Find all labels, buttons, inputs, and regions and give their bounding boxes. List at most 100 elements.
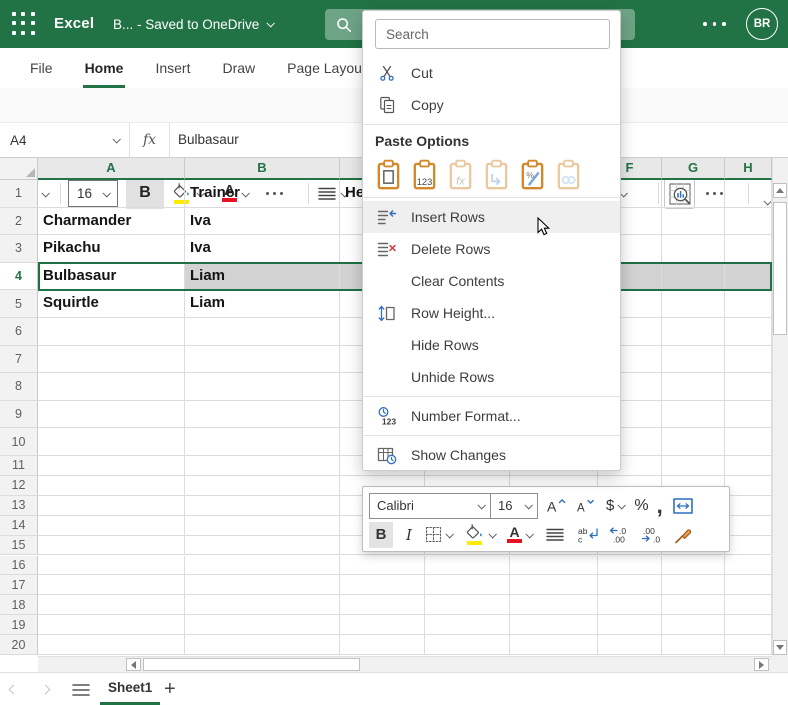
menu-item-unhide-rows[interactable]: Unhide Rows xyxy=(363,361,620,393)
name-box[interactable]: A4 xyxy=(0,123,130,157)
cell-G3[interactable] xyxy=(662,235,725,263)
increase-decimal-button[interactable]: .00.0 xyxy=(640,522,666,548)
sheet-tab[interactable]: Sheet1 xyxy=(100,673,160,705)
paste-formatting-icon[interactable]: % xyxy=(519,158,545,190)
tab-file[interactable]: File xyxy=(14,48,69,88)
row-header-14[interactable]: 14 xyxy=(0,516,38,536)
cell-E18[interactable] xyxy=(510,595,598,615)
column-header-G[interactable]: G xyxy=(662,158,725,180)
column-header-H[interactable]: H xyxy=(725,158,772,180)
cell-A5[interactable]: Squirtle xyxy=(38,290,185,318)
column-header-A[interactable]: A xyxy=(38,158,185,180)
cell-B14[interactable] xyxy=(185,516,340,536)
row-header-20[interactable]: 20 xyxy=(0,635,38,655)
mini-font-color-button[interactable]: A xyxy=(507,522,532,548)
paste-icon[interactable] xyxy=(375,158,401,190)
cell-B15[interactable] xyxy=(185,536,340,556)
cell-D18[interactable] xyxy=(425,595,510,615)
mini-bold-button[interactable]: B xyxy=(369,522,393,548)
context-menu-search-input[interactable] xyxy=(375,19,610,49)
document-title-dropdown[interactable]: B... - Saved to OneDrive xyxy=(113,0,273,48)
cell-B1[interactable]: Trainer xyxy=(185,180,340,208)
cell-B12[interactable] xyxy=(185,476,340,496)
row-header-12[interactable]: 12 xyxy=(0,476,38,496)
tab-draw[interactable]: Draw xyxy=(206,48,271,88)
cell-E19[interactable] xyxy=(510,615,598,635)
cell-C16[interactable] xyxy=(340,556,425,576)
row-header-3[interactable]: 3 xyxy=(0,235,38,263)
row-header-10[interactable]: 10 xyxy=(0,428,38,456)
cell-H14[interactable] xyxy=(725,516,772,536)
cell-H18[interactable] xyxy=(725,595,772,615)
format-painter-button[interactable] xyxy=(674,522,694,548)
cell-F20[interactable] xyxy=(598,635,662,655)
cell-A2[interactable]: Charmander xyxy=(38,208,185,236)
cell-H4[interactable] xyxy=(725,263,772,291)
menu-item-hide-rows[interactable]: Hide Rows xyxy=(363,329,620,361)
formula-input[interactable]: Bulbasaur xyxy=(178,123,239,157)
scroll-left-button[interactable] xyxy=(126,658,141,671)
row-header-7[interactable]: 7 xyxy=(0,346,38,374)
menu-item-insert-rows[interactable]: Insert Rows xyxy=(363,201,620,233)
cell-H19[interactable] xyxy=(725,615,772,635)
cell-G1[interactable] xyxy=(662,180,725,208)
wrap-text-button[interactable]: abc xyxy=(578,522,600,548)
cell-H11[interactable] xyxy=(725,456,772,476)
cell-B10[interactable] xyxy=(185,428,340,456)
row-header-19[interactable]: 19 xyxy=(0,615,38,635)
cell-A6[interactable] xyxy=(38,318,185,346)
all-sheets-icon[interactable] xyxy=(72,683,90,697)
cell-A10[interactable] xyxy=(38,428,185,456)
row-header-6[interactable]: 6 xyxy=(0,318,38,346)
cell-C17[interactable] xyxy=(340,575,425,595)
cell-D17[interactable] xyxy=(425,575,510,595)
menu-item-copy[interactable]: Copy xyxy=(363,89,620,121)
cell-B11[interactable] xyxy=(185,456,340,476)
cell-H5[interactable] xyxy=(725,290,772,318)
cell-A15[interactable] xyxy=(38,536,185,556)
cell-E17[interactable] xyxy=(510,575,598,595)
cell-H7[interactable] xyxy=(725,346,772,374)
cell-B8[interactable] xyxy=(185,373,340,401)
scroll-right-button[interactable] xyxy=(754,658,769,671)
menu-item-cut[interactable]: Cut xyxy=(363,57,620,89)
cell-G11[interactable] xyxy=(662,456,725,476)
cell-A13[interactable] xyxy=(38,496,185,516)
borders-button[interactable] xyxy=(425,522,452,548)
insert-function-button[interactable]: fx xyxy=(130,123,170,157)
cell-G20[interactable] xyxy=(662,635,725,655)
percent-style-button[interactable]: % xyxy=(634,493,648,519)
menu-item-number-format[interactable]: 123Number Format... xyxy=(363,400,620,432)
paste-values-icon[interactable]: 123 xyxy=(411,158,437,190)
scroll-up-button[interactable] xyxy=(773,183,787,198)
cell-B18[interactable] xyxy=(185,595,340,615)
cell-H12[interactable] xyxy=(725,476,772,496)
cell-A18[interactable] xyxy=(38,595,185,615)
cell-B7[interactable] xyxy=(185,346,340,374)
cell-A1[interactable] xyxy=(38,180,185,208)
shrink-font-button[interactable]: A xyxy=(574,493,598,519)
cell-G19[interactable] xyxy=(662,615,725,635)
cell-B20[interactable] xyxy=(185,635,340,655)
cell-H17[interactable] xyxy=(725,575,772,595)
cell-G16[interactable] xyxy=(662,556,725,576)
cell-B4[interactable]: Liam xyxy=(185,263,340,291)
tab-home[interactable]: Home xyxy=(69,48,140,88)
cell-G10[interactable] xyxy=(662,428,725,456)
cell-H3[interactable] xyxy=(725,235,772,263)
cell-G7[interactable] xyxy=(662,346,725,374)
cell-H9[interactable] xyxy=(725,401,772,429)
accounting-format-button[interactable]: $ xyxy=(606,493,624,519)
decrease-decimal-button[interactable]: .0.00 xyxy=(608,522,634,548)
cell-E20[interactable] xyxy=(510,635,598,655)
cell-D19[interactable] xyxy=(425,615,510,635)
cell-B13[interactable] xyxy=(185,496,340,516)
cell-A17[interactable] xyxy=(38,575,185,595)
cell-D16[interactable] xyxy=(425,556,510,576)
scroll-down-button[interactable] xyxy=(773,640,787,655)
row-header-18[interactable]: 18 xyxy=(0,595,38,615)
cell-G17[interactable] xyxy=(662,575,725,595)
cell-G18[interactable] xyxy=(662,595,725,615)
mini-font-name-select[interactable]: Calibri xyxy=(369,493,491,519)
cell-H8[interactable] xyxy=(725,373,772,401)
